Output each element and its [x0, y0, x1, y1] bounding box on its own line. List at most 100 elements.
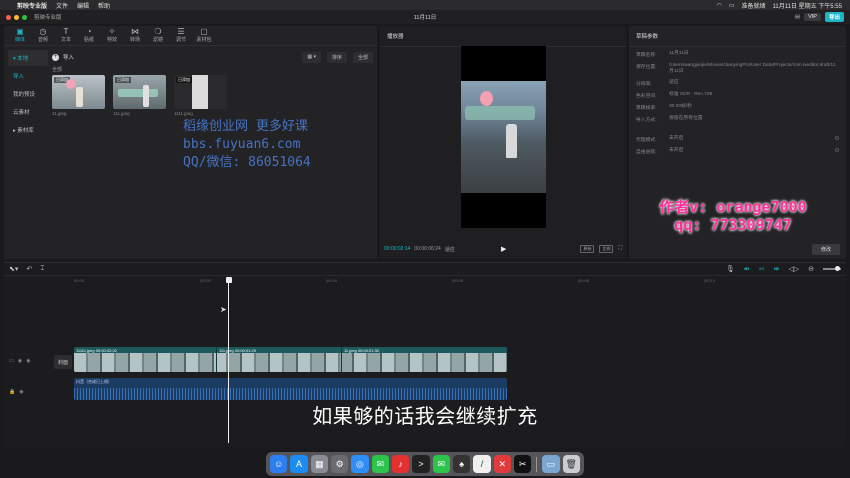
track-mute-icon[interactable]: ◉ — [19, 389, 23, 395]
player-controls: 00:00:02:14 00:00:06:24 适应 ▶ 原始 比例 ⛶ — [384, 245, 622, 253]
media-filename: 111.jpeg — [113, 111, 130, 116]
linkage-icon[interactable]: ⇹ — [773, 265, 779, 273]
select-tool-icon[interactable]: ⬉▾ — [9, 265, 18, 273]
tab-label: 转场 — [129, 37, 140, 43]
minimize-window-icon[interactable] — [14, 14, 19, 20]
video-preview[interactable] — [461, 46, 546, 228]
effects-icon: ✧ — [108, 27, 116, 36]
tab-pack[interactable]: ▢ 素材包 — [196, 27, 212, 45]
fit-mode-select[interactable]: 适应 — [445, 246, 455, 253]
proxy-toggle[interactable] — [835, 136, 839, 140]
nav-local[interactable]: ▾ 本地 — [8, 50, 48, 66]
clock[interactable]: 11月11日 星期五 下午5:55 — [773, 1, 842, 10]
nav-import[interactable]: 导入 — [8, 68, 48, 84]
tab-media[interactable]: ▣ 媒体 — [12, 27, 28, 45]
wifi-icon[interactable]: ◠ — [717, 2, 722, 9]
text-icon: T — [63, 27, 69, 36]
vip-badge[interactable]: VIP — [804, 13, 821, 21]
layout-icon[interactable]: ▤ — [795, 14, 800, 20]
track-mute-icon[interactable]: ◉ — [26, 358, 30, 364]
tab-sticker[interactable]: ◔ 贴纸 — [81, 27, 97, 45]
cards-icon[interactable]: ♠ — [452, 455, 471, 473]
trash-icon[interactable]: 🗑 — [562, 455, 580, 473]
menu-app-name[interactable]: 剪映专业版 — [17, 1, 47, 10]
ruler-tick: 00:00 — [74, 278, 85, 283]
zoom-window-icon[interactable] — [22, 14, 27, 20]
preview-axis-icon[interactable]: ◁▷ — [788, 265, 799, 273]
tab-filter[interactable]: ❍ 滤镜 — [150, 27, 166, 45]
nav-presets[interactable]: 我的预设 — [8, 86, 48, 102]
tool-tabs: ▣ 媒体 ◷ 音频 T 文本 ◔ 贴纸 ✧ 特效 ⋈ 转场 ❍ 滤镜 ☰ 调节 ▢ 素材包 — [4, 26, 377, 46]
ratio-button[interactable]: 比例 — [599, 245, 614, 253]
filter-all-button[interactable]: 全部 — [352, 51, 373, 63]
prop-row: 草稿名称: 11月11日 — [629, 47, 846, 59]
safari-icon[interactable]: ◎ — [351, 455, 369, 473]
terminal-icon[interactable]: > — [412, 455, 430, 473]
media-item[interactable]: 已添加 1111.jpeg — [174, 75, 227, 116]
nav-cloud[interactable]: 云素材 — [8, 104, 48, 120]
tab-label: 滤镜 — [152, 37, 163, 43]
menu-help[interactable]: 帮助 — [98, 1, 110, 10]
track-lock-icon[interactable]: 🔒 — [9, 389, 15, 395]
prop-row: 草稿帧率: 30.00帧/秒 — [629, 100, 846, 112]
split-icon[interactable]: ⌶ — [40, 265, 44, 273]
finder-icon[interactable]: ☺ — [270, 455, 288, 473]
audio-track[interactable]: 抖音（合成已上线） — [74, 378, 507, 400]
time-ruler[interactable]: 00:00 |00:02 |00:04 |00:06 |00:08 |00:10 — [74, 277, 846, 285]
snap-icon[interactable]: ⇿ — [759, 265, 765, 273]
prop-key: 草稿名称: — [636, 53, 657, 58]
link-main-track-icon[interactable]: ⇹ — [744, 265, 750, 273]
tab-label: 文本 — [60, 37, 71, 43]
timeline-toolbar: ⬉▾ ↶ ⌶ 🎙 ⇹ ⇿ ⇹ ◁▷ ⊖ — [4, 263, 846, 276]
original-button[interactable]: 原始 — [580, 245, 595, 253]
launchpad-icon[interactable]: ▦ — [310, 455, 328, 473]
prop-value: 未开启 — [669, 148, 684, 153]
nav-material-lib[interactable]: ▸ 素材库 — [8, 122, 48, 138]
watermark-line1: 稻缘创业网 更多好课 — [183, 119, 308, 134]
preview-car — [465, 106, 535, 120]
free-layer-toggle[interactable] — [835, 148, 839, 152]
netease-music-icon[interactable]: ♪ — [391, 455, 410, 473]
wechat-icon[interactable]: ✉ — [371, 455, 389, 473]
import-button[interactable]: + 导入 — [52, 53, 74, 61]
zoom-slider[interactable] — [823, 266, 841, 271]
tab-transition[interactable]: ⋈ 转场 — [127, 27, 143, 45]
close-window-icon[interactable] — [6, 14, 11, 20]
undo-icon[interactable]: ↶ — [26, 265, 32, 273]
added-tag: 已添加 — [176, 77, 192, 83]
zoom-out-icon[interactable]: ⊖ — [808, 265, 814, 273]
xmind-icon[interactable]: ✕ — [493, 455, 511, 473]
track-lock-icon[interactable]: ◉ — [18, 358, 22, 364]
battery-icon[interactable]: ▭ — [729, 2, 735, 9]
track-hide-icon[interactable]: ▭ — [9, 358, 14, 364]
export-button[interactable]: 导出 — [824, 12, 844, 22]
preview-icon[interactable]: ▭ — [542, 455, 560, 473]
tab-effects[interactable]: ✧ 特效 — [104, 27, 120, 45]
video-track[interactable]: 11111.jpeg 00:00:02:02 111.jpeg 00:00:01… — [74, 347, 507, 372]
media-item[interactable]: 已添加 11.jpeg — [52, 75, 105, 116]
notes-icon[interactable]: / — [473, 455, 491, 473]
tab-audio[interactable]: ◷ 音频 — [35, 27, 51, 45]
media-item[interactable]: 已添加 111.jpeg — [113, 75, 166, 116]
pack-icon: ▢ — [200, 27, 208, 36]
wechat2-icon[interactable]: ✉ — [432, 455, 450, 473]
system-prefs-icon[interactable]: ⚙ — [330, 455, 349, 473]
capcut-icon[interactable]: ✂ — [513, 455, 532, 473]
tab-text[interactable]: T 文本 — [58, 27, 74, 45]
play-icon[interactable]: ▶ — [501, 245, 506, 253]
app-store-icon[interactable]: A — [290, 455, 308, 473]
modify-button[interactable]: 修改 — [811, 244, 840, 255]
view-mode-button[interactable]: ▦ ▾ — [302, 51, 321, 63]
audio-clip-label: 抖音（合成已上线） — [76, 379, 112, 384]
prop-row: 自由层级: 未开启 — [629, 144, 846, 156]
menu-edit[interactable]: 编辑 — [77, 1, 89, 10]
microphone-icon[interactable]: 🎙 — [726, 265, 735, 273]
sort-button[interactable]: 排序 — [326, 51, 347, 63]
menu-file[interactable]: 文件 — [56, 1, 68, 10]
tab-adjust[interactable]: ☰ 调节 — [173, 27, 189, 45]
tab-label: 媒体 — [14, 37, 25, 43]
fullscreen-icon[interactable]: ⛶ — [618, 245, 622, 253]
prop-key: 草稿帧率: — [636, 106, 657, 111]
media-icon: ▣ — [16, 27, 24, 36]
cover-button[interactable]: 封面 — [54, 355, 72, 369]
